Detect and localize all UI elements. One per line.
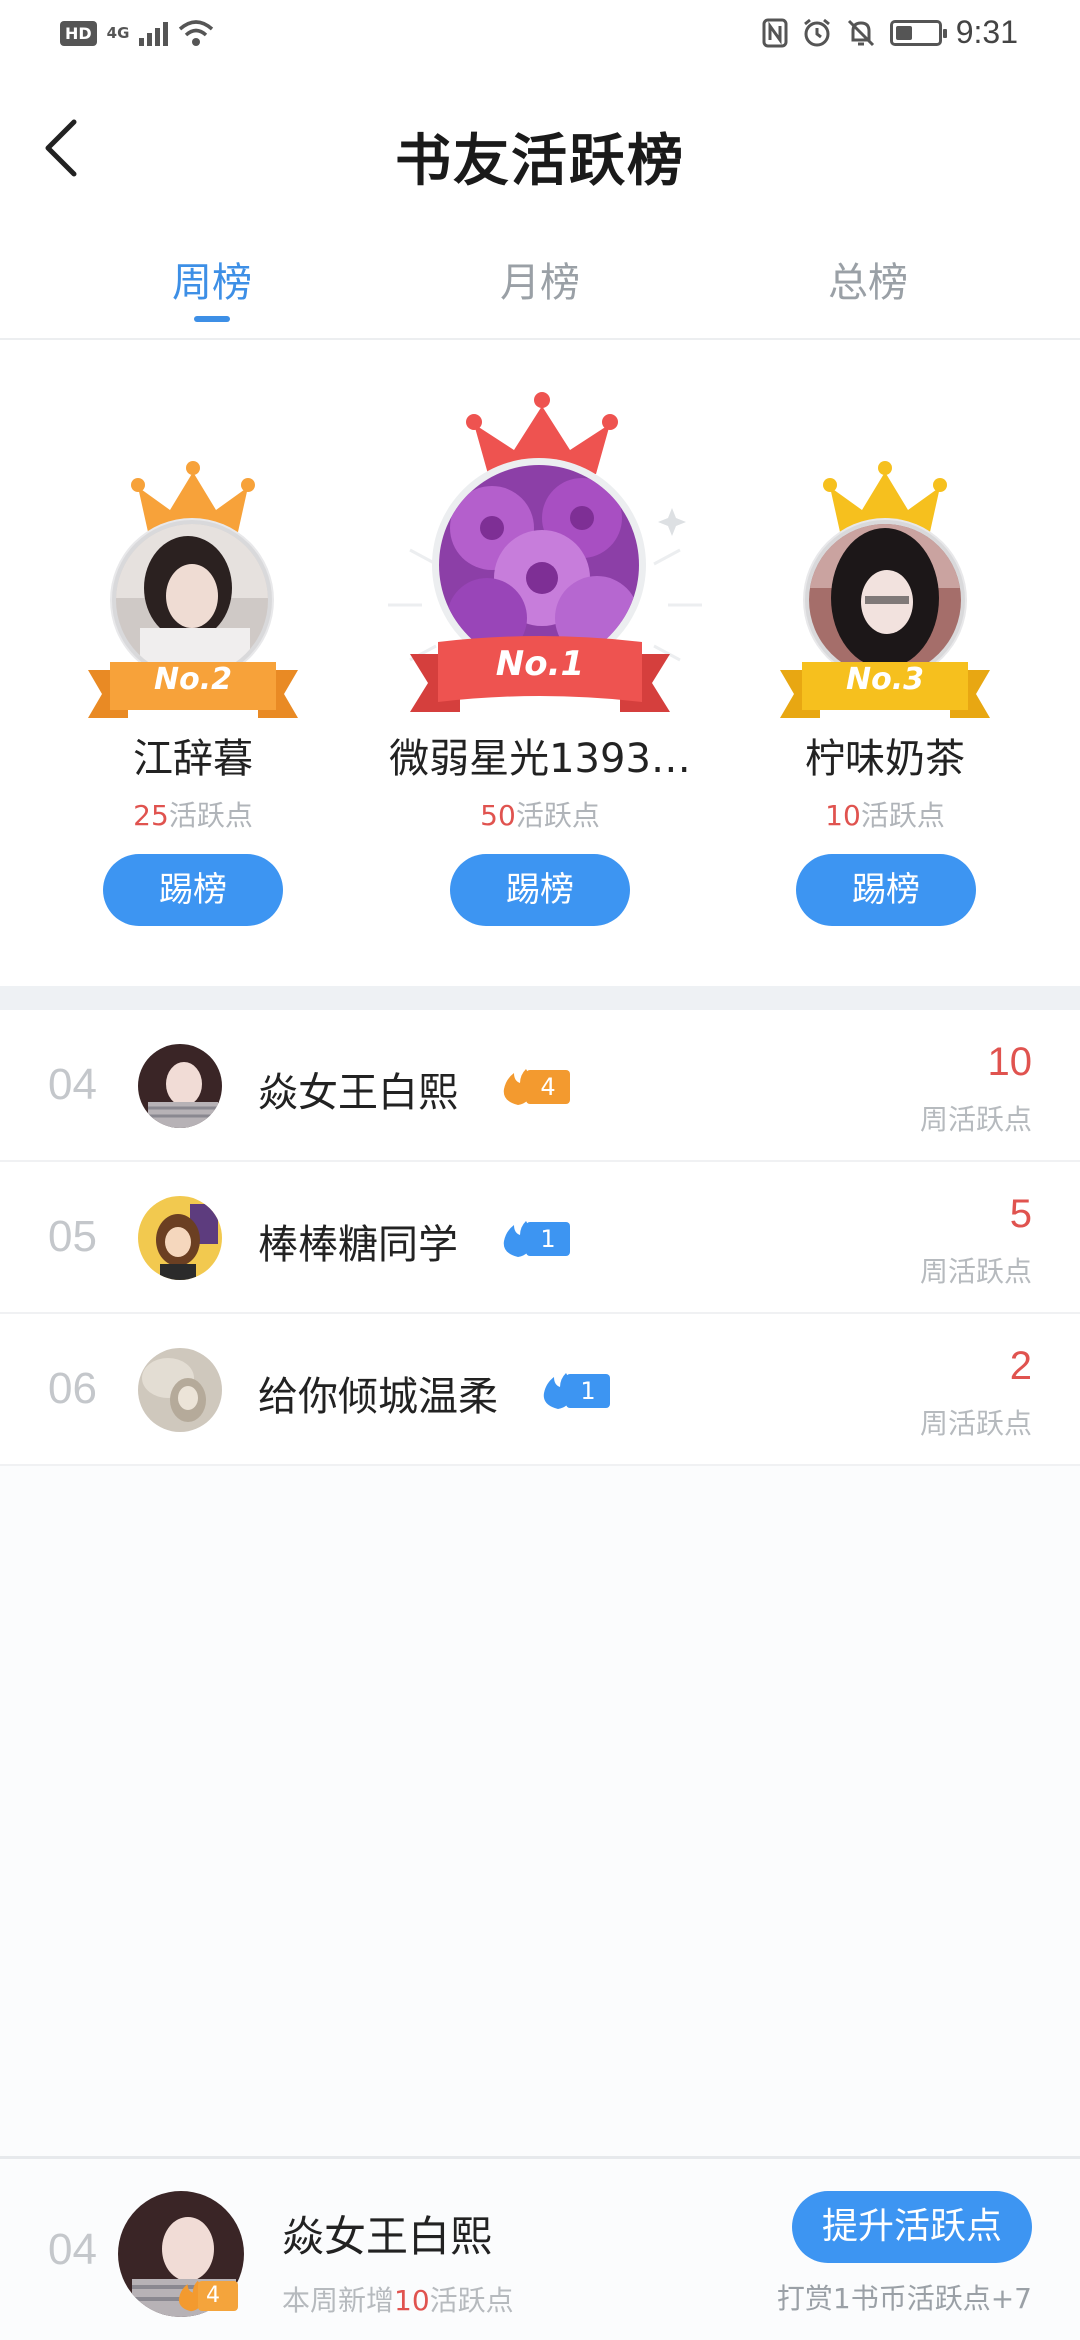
ranking-list: 04 焱女王白熙 4 10 周活跃点 05 棒棒糖同学 1 5 周活跃点 06 … bbox=[0, 1010, 1080, 1466]
status-left: HD 4G bbox=[60, 18, 214, 48]
points-suffix: 活跃点 bbox=[860, 799, 945, 832]
my-rank-bar: 04 4 焱女王白熙 本周新增10活跃点 提升活跃点 打赏1书币活跃点+7 bbox=[0, 2156, 1080, 2340]
score-label: 周活跃点 bbox=[919, 1255, 1032, 1288]
nfc-icon bbox=[762, 18, 788, 47]
podium-second-points: 25活跃点 bbox=[93, 794, 293, 834]
list-item[interactable]: 05 棒棒糖同学 1 5 周活跃点 bbox=[0, 1162, 1080, 1314]
tab-total[interactable]: 总榜 bbox=[768, 250, 968, 308]
podium-second-name: 江辞暮 bbox=[133, 736, 253, 782]
section-divider bbox=[0, 986, 1080, 1010]
list-item[interactable]: 04 焱女王白熙 4 10 周活跃点 bbox=[0, 1010, 1080, 1162]
level-value: 1 bbox=[566, 1374, 610, 1408]
status-bar: HD 4G 9:31 bbox=[0, 0, 1080, 72]
rank-label: No.2 bbox=[154, 662, 232, 697]
gain-suffix: 活跃点 bbox=[429, 2284, 514, 2317]
level-value: 4 bbox=[526, 1070, 570, 1104]
points-value: 10 bbox=[825, 799, 861, 832]
network-type: 4G bbox=[106, 24, 130, 42]
level-badge: 1 bbox=[498, 1220, 570, 1258]
avatar[interactable] bbox=[138, 1196, 222, 1280]
tip-hint: 打赏1书币活跃点+7 bbox=[776, 2282, 1032, 2315]
rank-label: No.1 bbox=[495, 644, 585, 684]
points-suffix: 活跃点 bbox=[168, 799, 253, 832]
my-name: 焱女王白熙 bbox=[282, 2212, 493, 2261]
score-label: 周活跃点 bbox=[919, 1407, 1032, 1440]
user-name: 棒棒糖同学 bbox=[258, 1222, 458, 1268]
alarm-icon bbox=[803, 18, 830, 46]
kick-button-second[interactable]: 踢榜 bbox=[103, 854, 283, 926]
gain-prefix: 本周新增 bbox=[282, 2284, 395, 2317]
podium-third-points: 10活跃点 bbox=[785, 794, 985, 834]
podium: No.2 江辞暮 25活跃点 踢榜 No.1 微弱星光1393… 50活跃点 踢… bbox=[0, 340, 1080, 986]
status-right: 9:31 bbox=[762, 14, 1018, 51]
level-badge: 1 bbox=[538, 1372, 610, 1410]
tab-monthly[interactable]: 月榜 bbox=[440, 250, 640, 308]
podium-first-name: 微弱星光1393… bbox=[389, 736, 691, 782]
tab-active-indicator bbox=[194, 316, 230, 322]
avatar-image bbox=[138, 1348, 222, 1432]
score-value: 5 bbox=[1009, 1192, 1032, 1236]
kick-button-first[interactable]: 踢榜 bbox=[450, 854, 630, 926]
level-badge: 4 bbox=[498, 1068, 570, 1106]
my-level-badge: 4 bbox=[174, 2279, 238, 2313]
wifi-icon bbox=[179, 20, 214, 46]
battery-fill bbox=[895, 25, 912, 40]
rank-label: No.3 bbox=[846, 662, 924, 697]
points-suffix: 活跃点 bbox=[515, 799, 600, 832]
rank-number: 06 bbox=[48, 1364, 97, 1413]
podium-first-points: 50活跃点 bbox=[440, 794, 640, 834]
podium-third-name: 柠味奶茶 bbox=[805, 736, 965, 782]
score-label: 周活跃点 bbox=[919, 1103, 1032, 1136]
avatar-image bbox=[138, 1196, 222, 1280]
tab-bar: 周榜 月榜 总榜 bbox=[0, 222, 1080, 340]
signal-icon bbox=[139, 20, 169, 46]
tab-weekly[interactable]: 周榜 bbox=[112, 250, 312, 308]
my-weekly-gain: 本周新增10活跃点 bbox=[282, 2279, 514, 2319]
score-value: 2 bbox=[1009, 1344, 1032, 1388]
battery-icon bbox=[889, 19, 947, 46]
status-time: 9:31 bbox=[955, 14, 1018, 50]
level-value: 1 bbox=[526, 1222, 570, 1256]
list-item[interactable]: 06 给你倾城温柔 1 2 周活跃点 bbox=[0, 1314, 1080, 1466]
rank-number: 04 bbox=[48, 1060, 97, 1109]
my-rank-number: 04 bbox=[48, 2225, 97, 2274]
hd-badge: HD bbox=[60, 20, 97, 46]
level-value: 4 bbox=[198, 2281, 238, 2311]
kick-button-third[interactable]: 踢榜 bbox=[796, 854, 976, 926]
avatar-image bbox=[138, 1044, 222, 1128]
gain-value: 10 bbox=[394, 2284, 430, 2317]
score-value: 10 bbox=[987, 1040, 1033, 1084]
user-name: 给你倾城温柔 bbox=[258, 1374, 498, 1420]
avatar[interactable] bbox=[138, 1044, 222, 1128]
boost-activity-button[interactable]: 提升活跃点 bbox=[792, 2191, 1032, 2263]
avatar[interactable] bbox=[138, 1348, 222, 1432]
user-name: 焱女王白熙 bbox=[258, 1070, 458, 1116]
page-title: 书友活跃榜 bbox=[395, 128, 685, 194]
points-value: 25 bbox=[133, 799, 169, 832]
header: 书友活跃榜 bbox=[0, 72, 1080, 222]
mute-bell-icon bbox=[847, 19, 874, 46]
points-value: 50 bbox=[480, 799, 516, 832]
rank-number: 05 bbox=[48, 1212, 97, 1261]
